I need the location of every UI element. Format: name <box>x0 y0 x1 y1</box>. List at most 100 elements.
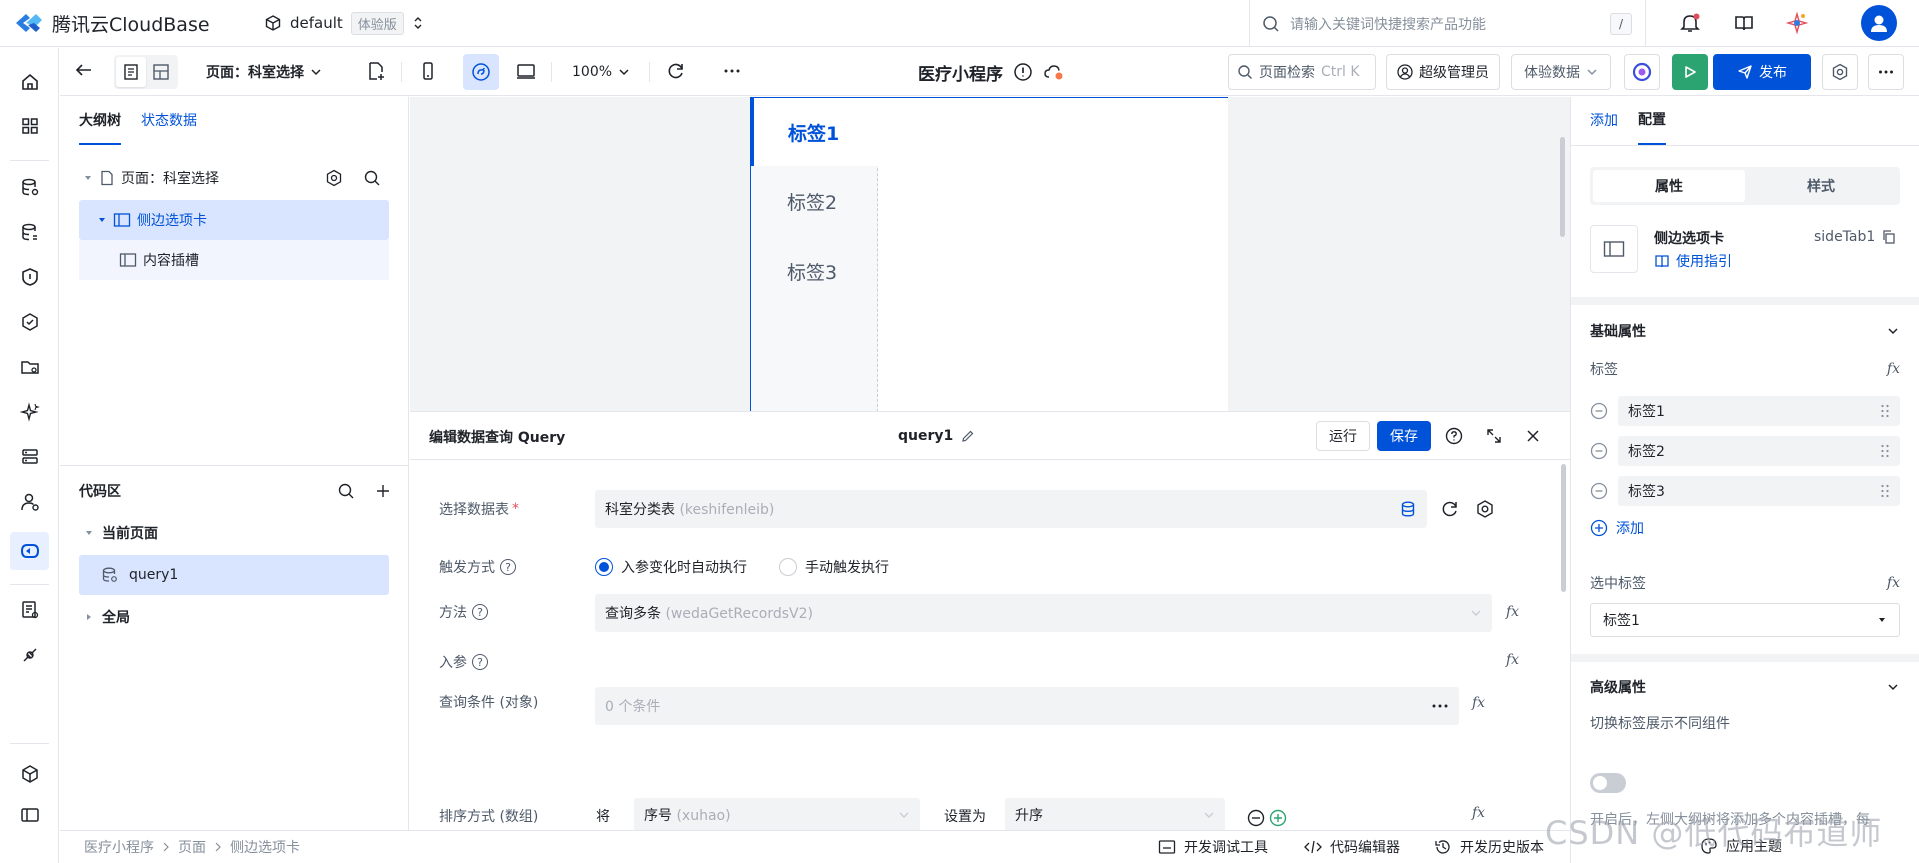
tab-state-data[interactable]: 状态数据 <box>141 97 197 145</box>
report-icon[interactable] <box>18 598 42 622</box>
add-tab-button[interactable]: 添加 <box>1590 516 1644 540</box>
drag-handle-icon[interactable] <box>1880 483 1890 499</box>
miniprogram-device-icon[interactable] <box>463 54 499 90</box>
search-icon[interactable] <box>363 169 381 187</box>
info-icon[interactable] <box>1013 62 1033 82</box>
add-page-icon[interactable] <box>366 61 386 81</box>
role-button[interactable]: 超级管理员 <box>1386 54 1500 90</box>
selected-tab-select[interactable]: 标签1 <box>1590 603 1900 637</box>
method-select[interactable]: 查询多条 (wedaGetRecordsV2) <box>595 594 1492 632</box>
refresh-icon[interactable] <box>666 61 686 81</box>
add-circle-icon[interactable] <box>1269 809 1287 827</box>
ai-copilot-button[interactable] <box>1624 54 1660 90</box>
run-button[interactable]: 运行 <box>1316 421 1370 451</box>
avatar[interactable] <box>1861 5 1897 41</box>
ai-sparkle-icon[interactable] <box>18 400 42 424</box>
remove-circle-icon[interactable] <box>1247 809 1265 827</box>
tab-item-input-2[interactable]: 标签2 <box>1618 436 1900 466</box>
user-settings-icon[interactable] <box>18 490 42 514</box>
plugin-icon[interactable] <box>18 643 42 667</box>
sidetab-item-1[interactable]: 标签1 <box>751 98 878 166</box>
search-input[interactable]: 请输入关键词快捷搜索产品功能 <box>1290 14 1600 34</box>
cloud-sync-icon[interactable] <box>1043 62 1065 82</box>
save-button[interactable]: 保存 <box>1377 421 1431 451</box>
help-icon[interactable]: ? <box>472 604 488 620</box>
fx-icon[interactable]: fx <box>1506 604 1519 620</box>
run-preview-button[interactable] <box>1672 54 1708 90</box>
caret-down-icon[interactable] <box>83 173 93 183</box>
page-view-icon[interactable] <box>116 57 146 87</box>
book-icon[interactable] <box>1733 12 1755 34</box>
pc-device-icon[interactable] <box>516 61 536 81</box>
database-search-icon[interactable] <box>18 220 42 244</box>
caret-down-icon[interactable] <box>97 215 107 225</box>
basic-props-header[interactable]: 基础属性 <box>1590 315 1900 347</box>
tree-node-sidetab[interactable]: 侧边选项卡 <box>79 200 389 240</box>
settings-button[interactable] <box>1822 54 1858 90</box>
trigger-manual-radio[interactable]: 手动触发执行 <box>779 555 889 579</box>
more-icon[interactable] <box>1431 703 1449 709</box>
tree-node-slot[interactable]: 内容插槽 <box>79 240 389 280</box>
breadcrumb-item-page[interactable]: 页面 <box>178 837 206 857</box>
close-icon[interactable] <box>1525 428 1541 444</box>
shield-icon[interactable] <box>18 265 42 289</box>
table-select[interactable]: 科室分类表 (keshifenleib) <box>595 490 1427 528</box>
breadcrumb-item-component[interactable]: 侧边选项卡 <box>230 837 300 857</box>
fx-icon[interactable]: fx <box>1472 805 1485 821</box>
trigger-auto-radio[interactable]: 入参变化时自动执行 <box>595 555 747 579</box>
fx-icon[interactable]: fx <box>1887 575 1900 591</box>
server-icon[interactable] <box>18 445 42 469</box>
drag-handle-icon[interactable] <box>1880 443 1890 459</box>
fx-icon[interactable]: fx <box>1506 652 1519 668</box>
home-icon[interactable] <box>18 70 42 94</box>
remove-circle-icon[interactable] <box>1590 482 1608 500</box>
data-mode-select[interactable]: 体验数据 <box>1511 54 1611 90</box>
code-editor-button[interactable]: 代码编辑器 <box>1304 837 1400 857</box>
gear-icon[interactable] <box>325 169 343 187</box>
publish-button[interactable]: 发布 <box>1713 54 1811 90</box>
database-icon[interactable] <box>18 175 42 199</box>
query-name[interactable]: query1 <box>898 428 953 444</box>
advanced-props-header[interactable]: 高级属性 <box>1590 671 1900 703</box>
global-search[interactable]: 请输入关键词快捷搜索产品功能 / <box>1262 8 1632 40</box>
sort-field-select[interactable]: 序号 (xuhao) <box>634 798 920 832</box>
table-settings-gear-icon[interactable] <box>1475 499 1495 519</box>
bell-icon[interactable] <box>1679 12 1701 34</box>
plus-icon[interactable] <box>375 483 391 499</box>
seg-style[interactable]: 样式 <box>1745 170 1897 202</box>
tab-add[interactable]: 添加 <box>1590 97 1618 145</box>
edit-pencil-icon[interactable] <box>961 429 975 443</box>
sidetab-item-2[interactable]: 标签2 <box>751 166 878 236</box>
zoom-selector[interactable]: 100% <box>572 56 630 88</box>
storage-folder-icon[interactable] <box>18 355 42 379</box>
query-item[interactable]: query1 <box>79 555 389 595</box>
function-icon[interactable] <box>18 310 42 334</box>
remove-circle-icon[interactable] <box>1590 402 1608 420</box>
code-group-global[interactable]: 全局 <box>84 603 130 631</box>
guide-link[interactable]: 使用指引 <box>1654 251 1732 271</box>
tab-item-input-3[interactable]: 标签3 <box>1618 476 1900 506</box>
ai-assistant-icon[interactable] <box>1786 12 1808 34</box>
tab-outline-tree[interactable]: 大纲树 <box>79 97 121 145</box>
sidetab-preview[interactable]: 标签1 标签2 标签3 <box>750 97 1228 412</box>
more-menu-button[interactable] <box>1868 54 1904 90</box>
extension-icon[interactable] <box>18 762 42 786</box>
switch-toggle[interactable] <box>1590 773 1626 793</box>
fx-icon[interactable]: fx <box>1887 361 1900 377</box>
env-selector[interactable]: default 体验版 <box>264 7 424 39</box>
remove-circle-icon[interactable] <box>1590 442 1608 460</box>
sidetab-item-3[interactable]: 标签3 <box>751 236 878 306</box>
tab-item-input-1[interactable]: 标签1 <box>1618 396 1900 426</box>
fx-icon[interactable]: fx <box>1472 695 1485 711</box>
layout-view-icon[interactable] <box>146 57 176 87</box>
help-icon[interactable]: ? <box>500 559 516 575</box>
help-icon[interactable]: ? <box>472 654 488 670</box>
lowcode-nav-item[interactable] <box>10 532 49 570</box>
page-selector[interactable]: 页面：科室选择 <box>206 56 322 88</box>
sidebar-collapse-icon[interactable] <box>18 803 42 827</box>
condition-field[interactable]: 0 个条件 <box>595 687 1459 725</box>
tab-config[interactable]: 配置 <box>1638 97 1666 145</box>
page-search-button[interactable]: 页面检索 Ctrl K <box>1228 54 1376 90</box>
canvas-scrollbar[interactable] <box>1560 137 1565 237</box>
more-icon[interactable] <box>722 61 742 81</box>
